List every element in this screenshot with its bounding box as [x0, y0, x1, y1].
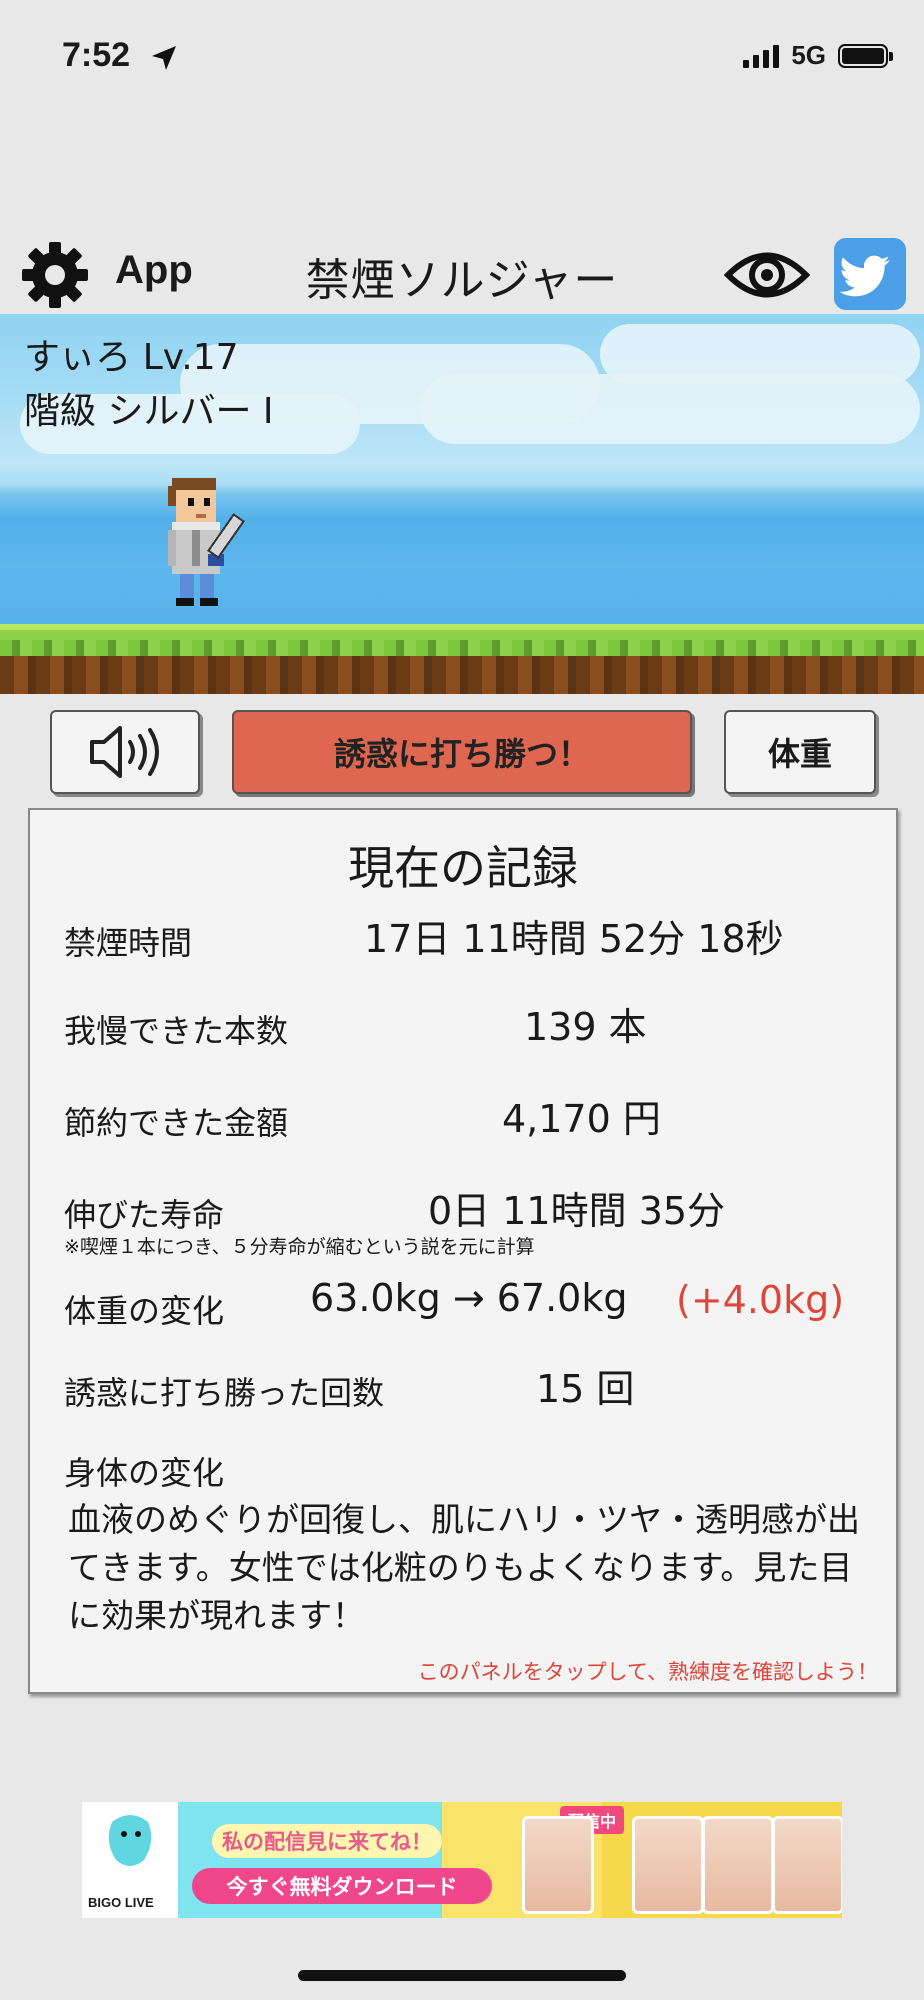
bigo-logo: BIGO LIVE	[82, 1802, 178, 1918]
ad-download-cta[interactable]: 今すぐ無料ダウンロード	[192, 1868, 492, 1904]
location-arrow-icon	[150, 44, 178, 76]
life-extended-value: 0日 11時間 35分	[428, 1189, 726, 1233]
weight-change-label: 体重の変化	[64, 1292, 225, 1330]
knight-character[interactable]	[164, 474, 284, 626]
lifespan-note: ※喫煙１本につき、５分寿命が縮むという説を元に計算	[64, 1236, 535, 1258]
weight-change-delta: (+4.0kg)	[676, 1278, 845, 1322]
cloud	[600, 324, 920, 384]
resist-temptation-button[interactable]: 誘惑に打ち勝つ！	[232, 710, 692, 794]
life-extended-label: 伸びた寿命	[64, 1196, 225, 1234]
body-change-text: 血液のめぐりが回復し、肌にハリ・ツヤ・透明感が出てきます。女性では化粧のりもよく…	[68, 1500, 860, 1635]
player-rank: 階級 シルバー I	[24, 391, 274, 432]
money-saved-label: 節約できた金額	[64, 1104, 289, 1142]
temptations-beaten-value: 15 回	[536, 1367, 635, 1411]
cloud	[420, 374, 920, 444]
ad-brand: BIGO LIVE	[88, 1895, 154, 1910]
sound-button[interactable]	[50, 710, 200, 794]
ad-banner[interactable]: BIGO LIVE 私の配信見に来てね！ 今すぐ無料ダウンロード 配信中	[82, 1802, 842, 1918]
weight-change-value: 63.0kg → 67.0kg	[310, 1276, 628, 1320]
panel-title: 現在の記録	[348, 841, 578, 895]
record-panel[interactable]: 現在の記録 禁煙時間 17日 11時間 52分 18秒 我慢できた本数 139 …	[28, 808, 898, 1694]
ad-headline: 私の配信見に来てね！	[212, 1824, 442, 1858]
speaker-icon	[90, 726, 159, 778]
game-scene: すぃろ Lv.17 階級 シルバー I	[0, 314, 924, 694]
temptations-beaten-label: 誘惑に打ち勝った回数	[64, 1374, 385, 1412]
money-saved-value: 4,170 円	[502, 1097, 661, 1141]
tap-hint: このパネルをタップして、熟練度を確認しよう！	[417, 1660, 878, 1684]
player-name: すぃろ Lv.17	[24, 337, 239, 378]
status-indicators: 5G	[743, 40, 893, 71]
home-indicator[interactable]	[298, 1970, 626, 1981]
cigarettes-avoided-label: 我慢できた本数	[64, 1012, 289, 1050]
eye-icon[interactable]	[723, 244, 811, 306]
ad-photo	[522, 1816, 594, 1914]
weight-button[interactable]: 体重	[724, 710, 876, 794]
body-change-label: 身体の変化	[64, 1454, 225, 1492]
network-type: 5G	[791, 40, 826, 70]
battery-icon	[838, 43, 893, 68]
twitter-icon[interactable]	[834, 238, 906, 310]
ad-photo	[702, 1816, 774, 1914]
status-time: 7:52	[62, 36, 131, 74]
grass-edge	[0, 640, 924, 656]
cigarettes-avoided-value: 139 本	[524, 1005, 647, 1049]
signal-icon	[743, 44, 780, 68]
quit-time-value: 17日 11時間 52分 18秒	[364, 917, 784, 961]
ad-photo	[632, 1816, 704, 1914]
quit-time-label: 禁煙時間	[64, 924, 193, 962]
ad-photo	[772, 1816, 842, 1914]
